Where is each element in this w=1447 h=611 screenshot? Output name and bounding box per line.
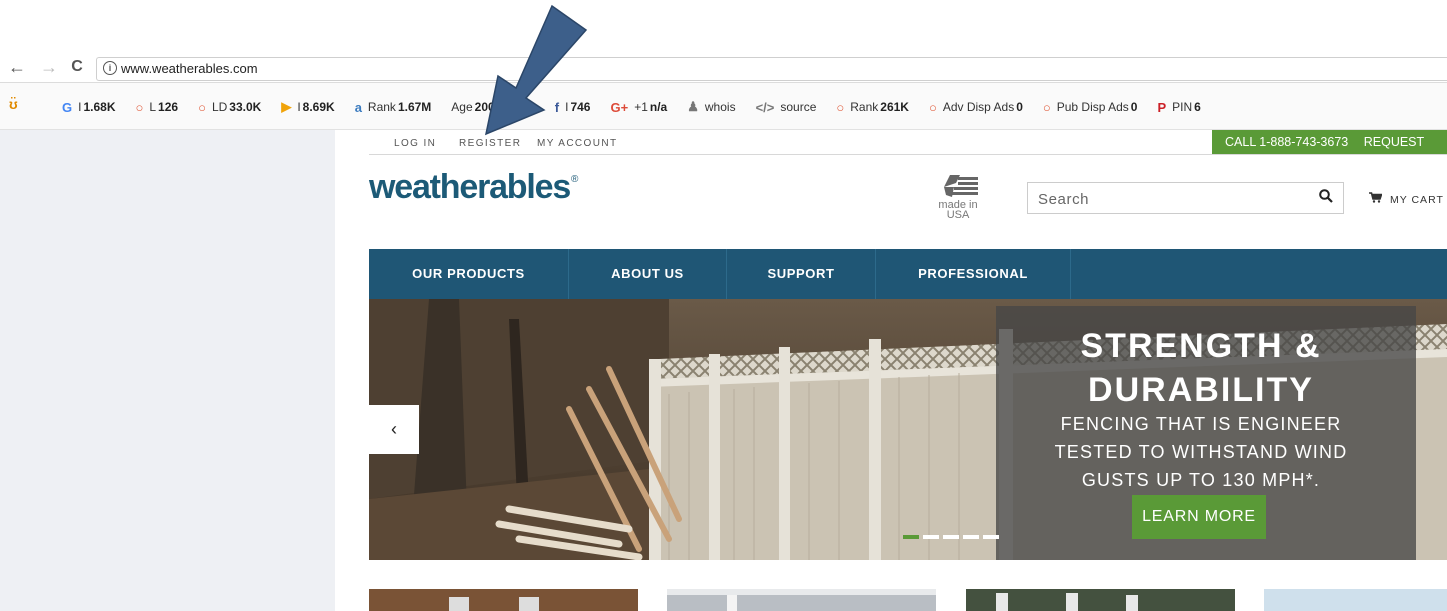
seo-toolbar: ʊ̈ G I 1.68K ○ L 126 ○ LD 33.0K ▶ I 8.69K a Rank 1.67M… [0,83,1447,130]
address-bar[interactable]: i www.weatherables.com [96,57,1447,81]
search-icon[interactable] [1319,189,1333,203]
seo-metric-label: Pub Disp Ads [1056,100,1129,114]
seo-metric-icon: </> [755,99,775,115]
carousel-dot[interactable] [983,535,999,539]
seo-metric-icon: ○ [135,99,144,115]
seo-metric-item[interactable]: ○ Rank 261K [836,100,909,115]
seo-metric-icon: G [62,99,73,115]
seo-metric-label: L [149,100,157,114]
seo-metric-icon: ○ [836,99,845,115]
back-button[interactable]: ← [6,57,28,78]
seo-metric-value: 8.69K [302,100,335,114]
url-text[interactable]: www.weatherables.com [121,61,258,76]
info-icon[interactable]: i [103,61,117,75]
my-cart-link[interactable]: MY CART [1369,192,1444,206]
nav-support[interactable]: SUPPORT [727,249,876,299]
carousel-dot[interactable] [923,535,939,539]
browser-toolbar: ← → C i www.weatherables.com [0,55,1447,83]
seo-metric-icon: ○ [198,99,206,115]
seo-metric-label: Rank [367,100,396,114]
learn-more-button[interactable]: LEARN MORE [1132,495,1266,539]
call-banner: CALL 1-888-743-3673 REQUEST [1212,130,1447,154]
seo-metric-item[interactable]: ♟ whois [687,99,735,115]
cart-label: MY CART [1390,194,1444,206]
nav-our-products[interactable]: OUR PRODUCTS [369,249,569,299]
seo-metric-value: 6 [1194,100,1201,114]
seo-metric-label: +1 [634,100,648,114]
seo-metric-value: 0 [1016,100,1023,114]
seo-metric-item[interactable]: G I 1.68K [62,100,116,115]
hero-headline-line2: DURABILITY [1088,371,1314,409]
product-thumbnail[interactable] [966,589,1235,611]
hero-carousel: ‹ STRENGTH & DURABILITY FENCING THAT IS … [369,299,1447,560]
seo-metric-value: 1.68K [83,100,116,114]
seo-metrics-row: G I 1.68K ○ L 126 ○ LD 33.0K ▶ I 8.69K a Rank 1.67M Age… [62,99,1221,115]
seo-metric-icon: ○ [928,99,937,115]
seo-metric-item[interactable]: ▶ I 8.69K [281,99,334,115]
seo-metric-item[interactable]: ○ Adv Disp Ads 0 [929,100,1023,115]
seo-metric-item[interactable]: ○ L 126 [136,100,179,115]
hero-text-panel: STRENGTH & DURABILITY FENCING THAT IS EN… [996,306,1416,560]
main-navigation: OUR PRODUCTS ABOUT US SUPPORT PROFESSION… [369,249,1447,299]
registered-mark: ® [571,174,578,185]
nav-about-us[interactable]: ABOUT US [569,249,727,299]
seo-metric-icon: G+ [610,99,629,115]
forward-button[interactable]: → [38,57,60,78]
seo-metric-label: source [780,100,817,114]
made-in-usa-badge: made in USA [938,173,988,231]
seo-metric-label: PIN [1172,100,1193,114]
search-box[interactable] [1027,182,1344,214]
seo-metric-value: 126 [158,100,179,114]
left-margin-panel [0,130,335,611]
seo-metric-item[interactable]: a Rank 1.67M [355,100,432,115]
product-thumbnail[interactable] [1264,589,1447,611]
nav-professional[interactable]: PROFESSIONAL [876,249,1071,299]
request-link[interactable]: REQUEST [1364,135,1424,149]
phone-number[interactable]: CALL 1-888-743-3673 [1225,135,1348,149]
seo-metric-label: I [297,100,301,114]
reload-button[interactable]: C [66,58,88,76]
seoquake-logo-icon[interactable]: ʊ̈ [9,96,18,112]
search-input[interactable] [1036,189,1300,209]
seo-metric-label: I [78,100,82,114]
login-link[interactable]: LOG IN [394,138,436,149]
seo-metric-value: n/a [649,100,668,114]
made-in-usa-text: made in USA [938,199,978,221]
seo-metric-icon: P [1157,99,1167,115]
hero-subtext-line1: FENCING THAT IS ENGINEER [1060,414,1342,434]
seo-metric-value: 33.0K [229,100,262,114]
seo-metric-label: whois [704,100,736,114]
hero-headline-line1: STRENGTH & [1080,327,1322,365]
annotation-arrow-icon [484,4,588,136]
carousel-dots [903,535,1003,539]
seo-metric-item[interactable]: G+ +1 n/a [610,100,667,115]
seo-metric-icon: ○ [1042,99,1051,115]
seo-metric-value: 0 [1130,100,1138,114]
seo-metric-icon: ♟ [687,99,699,114]
cart-icon [1369,192,1382,203]
seo-metric-value: 261K [880,100,909,114]
seo-metric-item[interactable]: ○ LD 33.0K [198,100,261,115]
seo-metric-value: 1.67M [397,100,432,114]
carousel-dot[interactable] [963,535,979,539]
seo-metric-icon: ▶ [281,99,292,114]
product-thumbnail[interactable] [369,589,638,611]
seo-metric-label: Rank [850,100,879,114]
seo-metric-icon: a [354,99,362,115]
logo-text: weatherables [369,168,571,206]
hero-subtext-line3: GUSTS UP TO 130 MPH*. [1081,470,1321,490]
seo-metric-label: LD [211,100,228,114]
usa-flag-icon [944,175,978,197]
seo-metric-label: Adv Disp Ads [942,100,1015,114]
seo-metric-item[interactable]: </> source [756,100,817,115]
carousel-prev-button[interactable]: ‹ [369,405,419,454]
seo-metric-item[interactable]: ○ Pub Disp Ads 0 [1043,100,1138,115]
carousel-dot[interactable] [903,535,919,539]
product-thumbnail[interactable] [667,589,936,611]
hero-subtext-line2: TESTED TO WITHSTAND WIND [1054,442,1348,462]
carousel-dot[interactable] [943,535,959,539]
seo-metric-item[interactable]: P PIN 6 [1157,100,1200,115]
site-logo[interactable]: weatherables® [369,168,578,207]
